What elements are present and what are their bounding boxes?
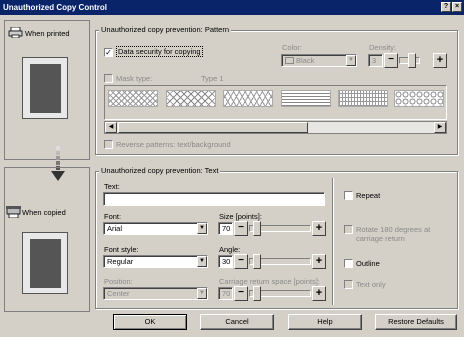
text-group-divider xyxy=(332,178,333,305)
outline-label: Outline xyxy=(356,259,380,268)
scroll-thumb[interactable] xyxy=(118,122,308,133)
carriage-plus-button[interactable]: + xyxy=(312,286,326,301)
density-plus-button[interactable]: + xyxy=(433,53,447,68)
repeat-label: Repeat xyxy=(356,191,381,200)
help-button[interactable]: Help xyxy=(288,314,362,330)
text-label: Text: xyxy=(104,182,120,191)
restore-defaults-button[interactable]: Restore Defaults xyxy=(375,314,457,330)
rotate-label: Rotate 180 degrees at carriage return xyxy=(356,225,431,243)
angle-label: Angle: xyxy=(219,245,241,254)
angle-value: 30 xyxy=(218,255,233,268)
size-minus-button[interactable]: − xyxy=(234,221,248,236)
position-dropdown-icon[interactable]: ▼ xyxy=(197,288,207,299)
size-slider-thumb[interactable] xyxy=(253,221,261,236)
mask-type-label: Mask type: xyxy=(116,74,153,83)
density-slider-thumb[interactable] xyxy=(408,53,416,68)
pattern-swatch-4[interactable] xyxy=(281,90,331,107)
copier-icon xyxy=(6,206,21,219)
printer-icon xyxy=(8,26,23,39)
when-printed-label: When printed xyxy=(25,29,70,38)
rotate-checkbox[interactable] xyxy=(344,225,353,234)
repeat-checkbox[interactable] xyxy=(344,191,353,200)
printed-preview xyxy=(22,57,68,119)
help-title-button[interactable]: ? xyxy=(441,2,451,12)
pattern-swatch-6[interactable] xyxy=(394,90,444,107)
text-input[interactable] xyxy=(103,192,325,206)
angle-plus-button[interactable]: + xyxy=(312,254,326,269)
color-label: Color: xyxy=(282,43,303,52)
size-value: 70 xyxy=(218,222,233,235)
carriage-value: 70 xyxy=(218,287,233,300)
window-title: Unauthorized Copy Control xyxy=(3,3,107,12)
carriage-slider-thumb[interactable] xyxy=(253,286,261,301)
color-dropdown-icon[interactable]: ▼ xyxy=(346,55,356,66)
text-only-checkbox[interactable] xyxy=(344,280,353,289)
data-security-checkbox[interactable]: ✓ xyxy=(104,48,113,57)
outline-checkbox[interactable] xyxy=(344,259,353,268)
copied-preview xyxy=(22,232,68,294)
pattern-swatch-2[interactable] xyxy=(166,90,216,107)
size-plus-button[interactable]: + xyxy=(312,221,326,236)
density-minus-button[interactable]: − xyxy=(384,53,398,68)
data-security-label: Data security for copying xyxy=(116,46,203,57)
reverse-patterns-checkbox[interactable] xyxy=(104,140,113,149)
font-value: Arial xyxy=(107,224,123,233)
cancel-button[interactable]: Cancel xyxy=(200,314,274,330)
mask-type-checkbox[interactable] xyxy=(104,74,113,83)
font-style-label: Font style: xyxy=(104,245,139,254)
scroll-left-icon[interactable]: ◀ xyxy=(105,122,117,133)
mask-type-value: Type 1 xyxy=(201,74,224,83)
window-title-bar: Unauthorized Copy Control xyxy=(0,0,464,15)
angle-minus-button[interactable]: − xyxy=(234,254,248,269)
font-style-value: Regular xyxy=(107,257,134,266)
font-label: Font: xyxy=(104,212,122,221)
position-select[interactable]: Center ▼ xyxy=(103,287,208,300)
font-style-select[interactable]: Regular ▼ xyxy=(103,255,208,268)
font-select[interactable]: Arial ▼ xyxy=(103,222,208,235)
pattern-swatch-5[interactable] xyxy=(338,90,388,107)
font-style-dropdown-icon[interactable]: ▼ xyxy=(197,256,207,267)
position-value: Center xyxy=(107,289,130,298)
color-value: Black xyxy=(296,56,315,65)
carriage-minus-button[interactable]: − xyxy=(234,286,248,301)
scroll-right-icon[interactable]: ▶ xyxy=(434,122,446,133)
reverse-patterns-label: Reverse patterns: text/background xyxy=(116,140,231,149)
color-select[interactable]: Black ▼ xyxy=(281,54,357,67)
pattern-swatch-3[interactable] xyxy=(223,90,273,107)
text-group-title: Unauthorized copy prevention: Text xyxy=(99,166,221,175)
ok-button[interactable]: OK xyxy=(113,314,187,330)
close-button[interactable]: × xyxy=(452,2,462,12)
font-dropdown-icon[interactable]: ▼ xyxy=(197,223,207,234)
carriage-label: Carriage return space [points]: xyxy=(219,277,320,286)
text-only-label: Text only xyxy=(356,280,386,289)
density-label: Density: xyxy=(369,43,397,52)
when-copied-label: When copied xyxy=(22,208,66,217)
density-value: 3 xyxy=(368,54,383,67)
color-swatch xyxy=(285,57,294,64)
pattern-swatch-1[interactable] xyxy=(108,90,158,107)
size-label: Size [points]: xyxy=(219,212,262,221)
angle-slider-thumb[interactable] xyxy=(253,254,261,269)
pattern-group-title: Unauthorized copy prevention: Pattern xyxy=(99,25,231,34)
position-label: Position: xyxy=(104,277,133,286)
